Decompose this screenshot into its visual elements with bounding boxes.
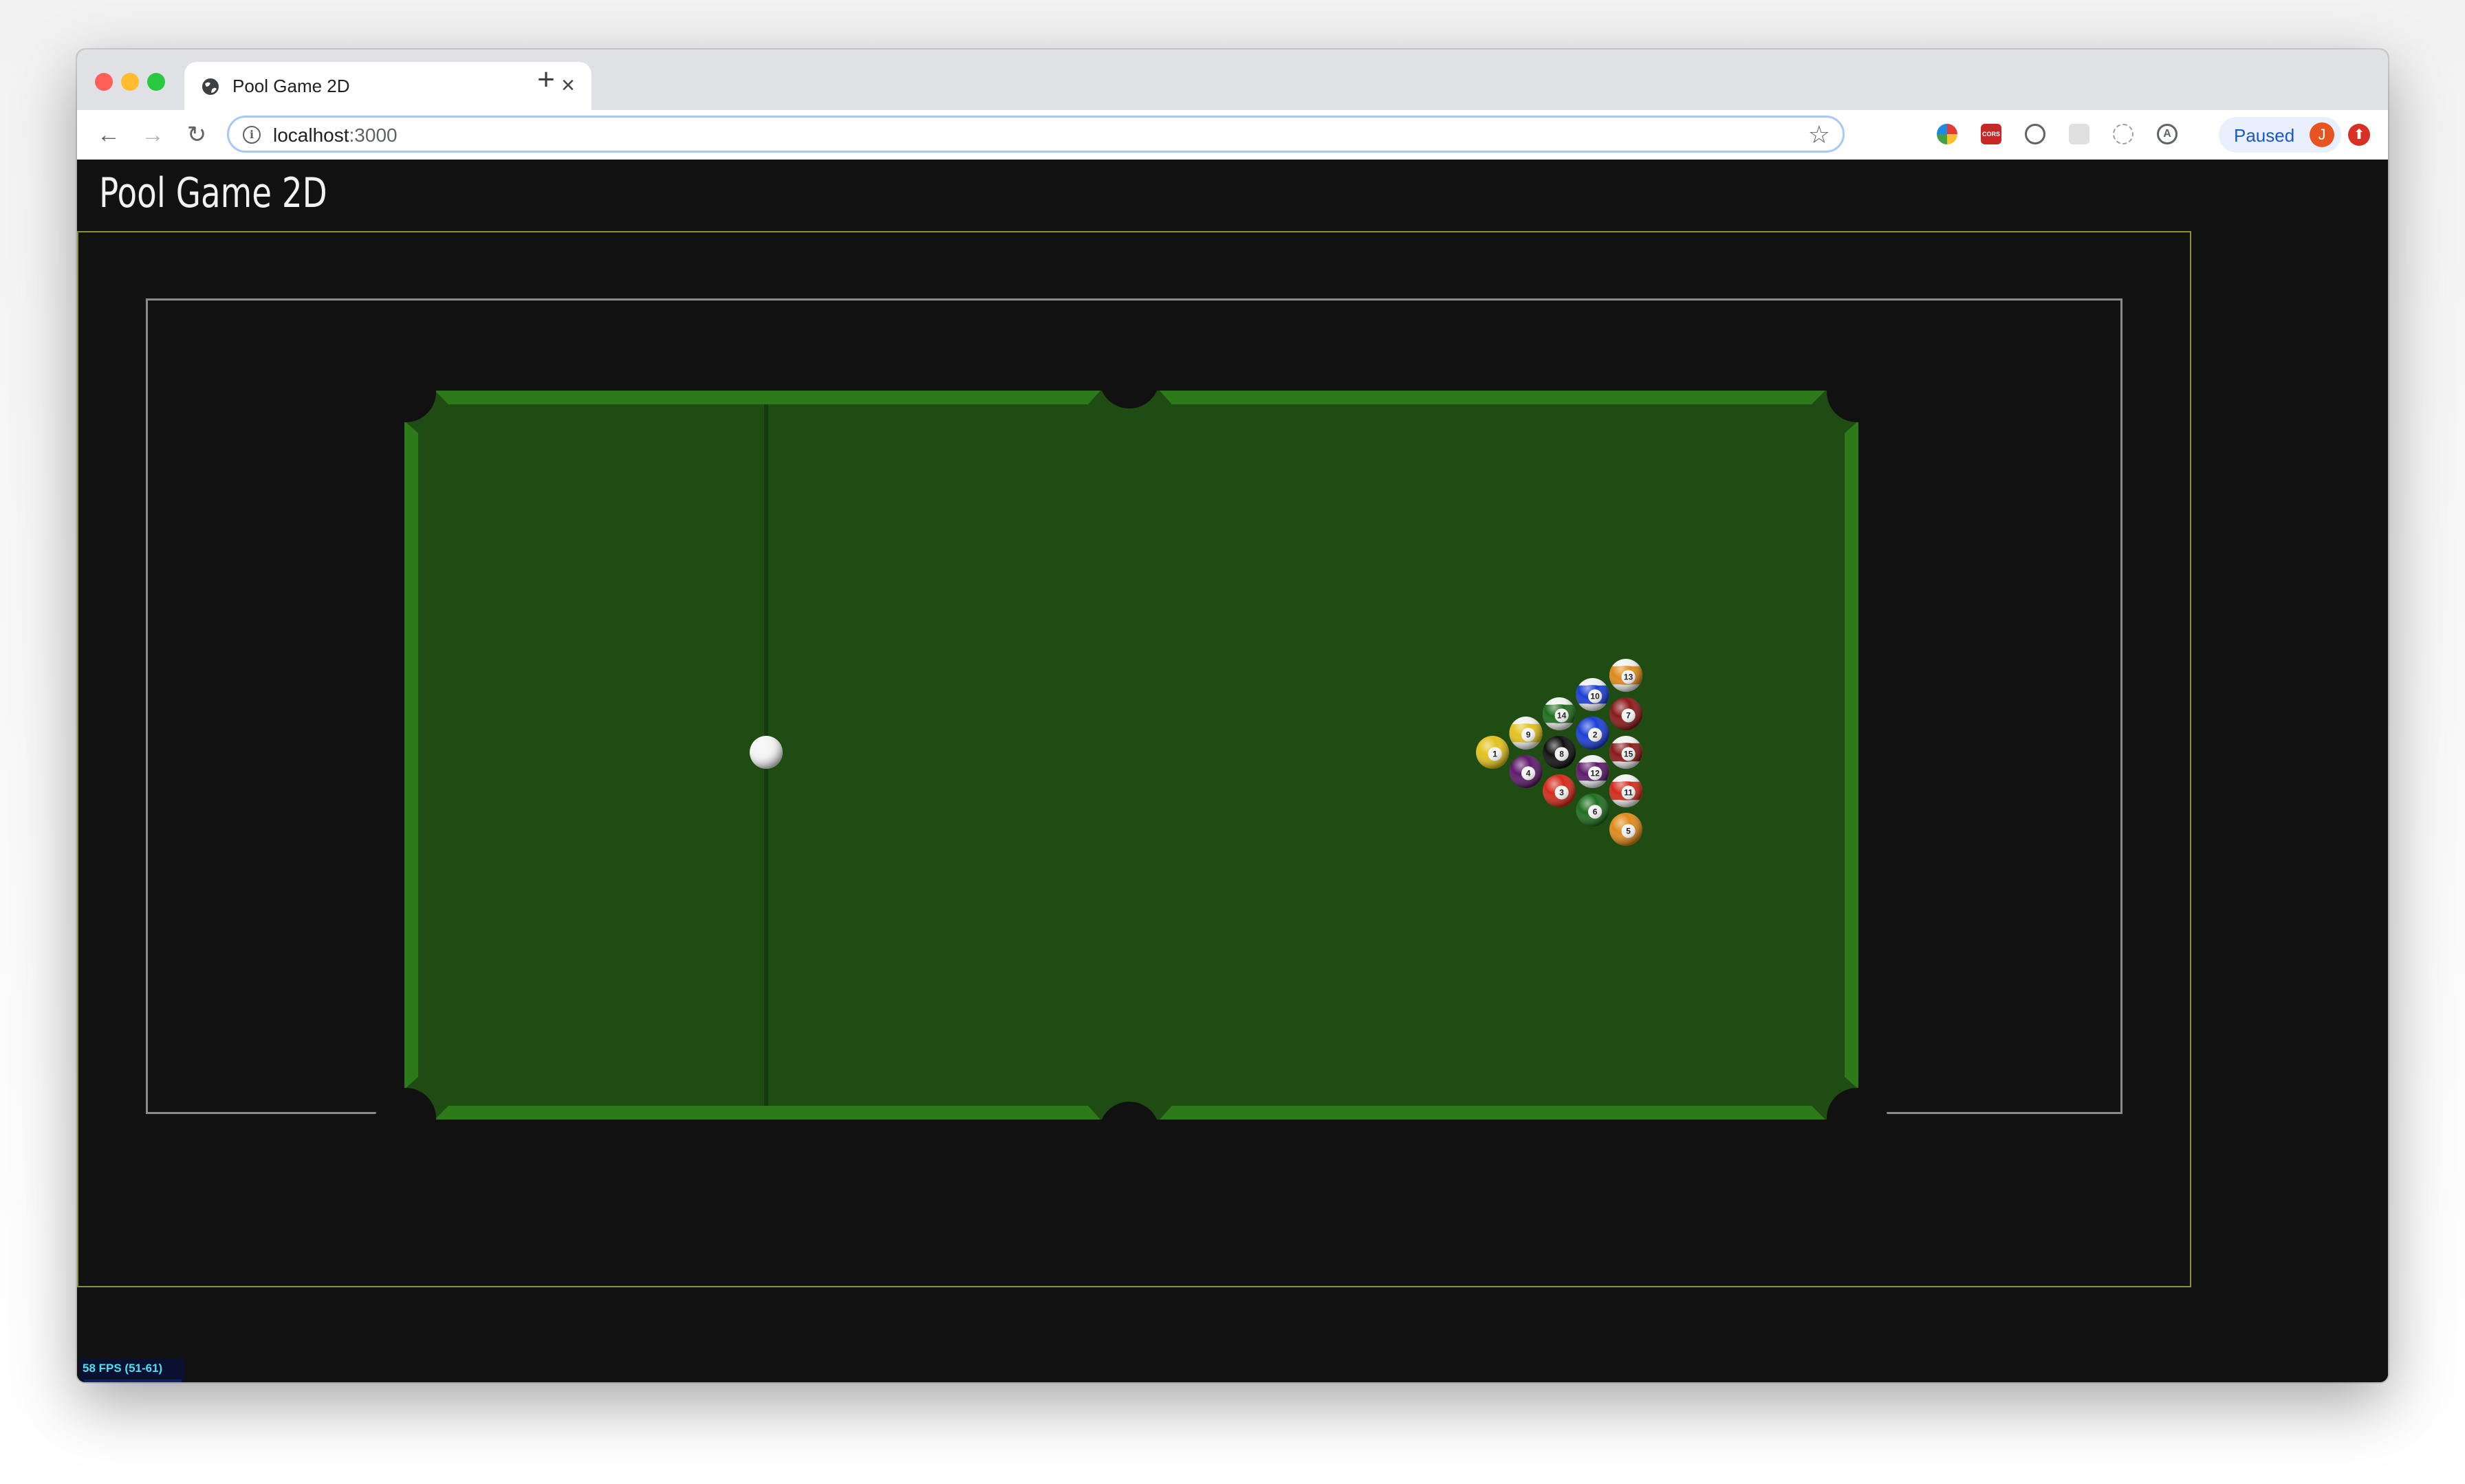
fps-graph-background xyxy=(84,1379,182,1382)
pocket-bottom-middle xyxy=(1099,1102,1160,1162)
browser-toolbar: ← → ↻ i localhost:3000 ☆ CORS A Paused J… xyxy=(77,110,2388,160)
page-content: Pool Game 2D 58 FPS (51-61) xyxy=(77,160,2388,1382)
close-tab-icon[interactable]: × xyxy=(561,72,575,99)
ball-6: 6 xyxy=(1576,794,1609,827)
ball-7: 7 xyxy=(1609,697,1642,730)
ball-3: 3 xyxy=(1543,774,1576,807)
url-port: :3000 xyxy=(349,124,398,146)
profile-status: Paused xyxy=(2234,125,2295,146)
extension-square-icon[interactable] xyxy=(2069,124,2089,144)
pocket-top-left xyxy=(376,362,436,422)
fps-meter: 58 FPS (51-61) xyxy=(80,1359,184,1382)
tab-bar: Pool Game 2D × + xyxy=(77,50,2388,110)
profile-button[interactable]: Paused J xyxy=(2219,117,2341,153)
tab-title: Pool Game 2D xyxy=(232,76,350,96)
pocket-top-right xyxy=(1827,362,1887,422)
browser-window: Pool Game 2D × + ← → ↻ i localhost:3000 … xyxy=(77,50,2388,1382)
forward-arrow-icon[interactable]: → xyxy=(138,120,168,150)
ball-11: 11 xyxy=(1609,774,1642,807)
cushion-bottom-left xyxy=(435,1106,1100,1120)
ball-10: 10 xyxy=(1576,678,1609,711)
ball-5: 5 xyxy=(1609,813,1642,846)
url-text: localhost:3000 xyxy=(273,124,398,146)
ball-8: 8 xyxy=(1543,736,1576,769)
pocket-top-middle xyxy=(1099,348,1160,408)
back-arrow-icon[interactable]: ← xyxy=(94,120,124,150)
bookmark-star-icon[interactable]: ☆ xyxy=(1808,120,1830,149)
avatar: J xyxy=(2310,122,2334,147)
extension-color-icon[interactable] xyxy=(1937,124,1957,144)
url-host: localhost xyxy=(273,124,349,146)
extension-circle-icon[interactable] xyxy=(2025,124,2045,144)
pool-table[interactable]: 19 414 8 3 10 2 12 6 13 7 15 11 5 xyxy=(77,160,2388,1382)
extension-dashed-icon[interactable] xyxy=(2113,124,2133,144)
cue-ball[interactable] xyxy=(750,736,783,769)
cushion-top-right xyxy=(1160,391,1825,404)
globe-icon xyxy=(202,78,219,95)
address-bar[interactable]: i localhost:3000 ☆ xyxy=(227,116,1845,153)
cushion-left xyxy=(404,421,418,1089)
pocket-bottom-right xyxy=(1827,1088,1887,1148)
ball-4: 4 xyxy=(1509,755,1543,788)
reload-icon[interactable]: ↻ xyxy=(182,120,212,150)
fullscreen-window-button[interactable] xyxy=(147,73,165,91)
cue-ball-shine xyxy=(750,736,783,769)
ball-14: 14 xyxy=(1543,697,1576,730)
site-info-icon[interactable]: i xyxy=(243,126,261,144)
close-window-button[interactable] xyxy=(95,73,113,91)
fps-label: 58 FPS (51-61) xyxy=(83,1362,163,1375)
cushion-right xyxy=(1845,421,1858,1089)
ball-12: 12 xyxy=(1576,755,1609,788)
ball-2: 2 xyxy=(1576,717,1609,750)
ball-9: 9 xyxy=(1509,717,1543,750)
new-tab-button[interactable]: + xyxy=(531,65,561,95)
extension-a-icon[interactable]: A xyxy=(2157,124,2178,144)
pocket-bottom-left xyxy=(376,1088,436,1148)
update-arrow-icon[interactable]: ⬆ xyxy=(2348,124,2370,146)
cors-extension-icon[interactable]: CORS xyxy=(1981,124,2001,144)
ball-15: 15 xyxy=(1609,736,1642,769)
cushion-top-left xyxy=(435,391,1100,404)
ball-13: 13 xyxy=(1609,659,1642,692)
minimize-window-button[interactable] xyxy=(121,73,139,91)
ball-1: 1 xyxy=(1476,736,1509,769)
cushion-bottom-right xyxy=(1160,1106,1825,1120)
